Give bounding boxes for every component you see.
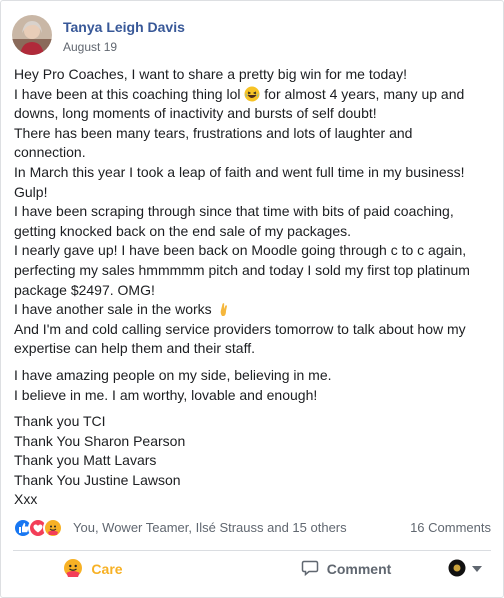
post-text-line: There has been many tears, frustrations … [14,124,413,141]
post-text-line: I have amazing people on my side, believ… [14,366,332,383]
post-text-line: Gulp! [14,183,48,200]
care-label: Care [91,561,123,577]
post-text-line: downs, long moments of inactivity and bu… [14,105,377,122]
care-button[interactable]: Care [13,551,173,587]
post-text-line: getting knocked back on the end sale of … [14,222,351,239]
post-text-line: I have been at this coaching thing lol f… [14,85,494,105]
post-text-line: Hey Pro Coaches, I want to share a prett… [14,66,407,82]
laughing-face-icon [244,86,260,102]
post-card: Tanya Leigh Davis August 19 Hey Pro Coac… [0,0,504,598]
comment-label: Comment [326,561,392,577]
post-text-line: Xxx [14,491,38,508]
post-body: Hey Pro Coaches, I want to share a prett… [14,65,494,517]
post-text-line: I have another sale in the works [14,300,494,320]
reaction-summary[interactable]: You, Wower Teamer, Ilsé Strauss and 15 o… [73,520,347,535]
post-text-line: I nearly gave up! I have been back on Mo… [14,242,467,259]
chevron-down-icon [472,566,482,572]
post-paragraph: Thank you TCI Thank You Sharon Pearson Tha… [14,412,494,510]
post-text-fragment: for almost 4 years, many up and [260,85,465,102]
post-text-line: perfecting my sales hmmmmm pitch and tod… [14,261,470,278]
care-reaction-icon [63,558,83,581]
post-text-line: expertise can help them and their staff. [14,340,255,357]
page-avatar-icon [448,559,466,580]
comment-icon [301,559,319,580]
post-text-line: connection. [14,144,86,161]
reactions-row: You, Wower Teamer, Ilsé Strauss and 15 o… [13,517,491,541]
author-name[interactable]: Tanya Leigh Davis [63,19,185,35]
post-text-line: Thank you TCI [14,413,106,430]
post-text-fragment: I have another sale in the works [14,301,216,318]
post-text-line: Thank You Sharon Pearson [14,432,186,449]
post-text-line: package $2497. OMG! [14,281,155,298]
post-text-line: And I'm and cold calling service provide… [14,320,466,337]
post-header: Tanya Leigh Davis August 19 [12,14,482,58]
post-text-line: Thank You Justine Lawson [14,471,181,488]
crossed-fingers-icon [216,301,232,317]
avatar[interactable] [12,15,52,55]
post-paragraph: I have amazing people on my side, believ… [14,366,494,405]
post-text-line: I believe in me. I am worthy, lovable an… [14,386,318,403]
comments-count[interactable]: 16 Comments [410,520,491,535]
reaction-icons[interactable] [13,518,73,538]
post-text-fragment: I have been at this coaching thing lol [14,85,245,102]
post-text-line: In March this year I took a leap of fait… [14,163,465,180]
react-as-selector[interactable] [443,551,487,587]
post-paragraph: Hey Pro Coaches, I want to share a prett… [14,65,494,359]
post-text-line: Thank you Matt Lavars [14,452,157,469]
action-bar: Care Comment [13,551,491,587]
post-date[interactable]: August 19 [63,40,117,54]
post-text-line: I have been scraping through since that … [14,203,454,220]
comment-button[interactable]: Comment [271,551,421,587]
care-reaction-icon [43,518,63,538]
